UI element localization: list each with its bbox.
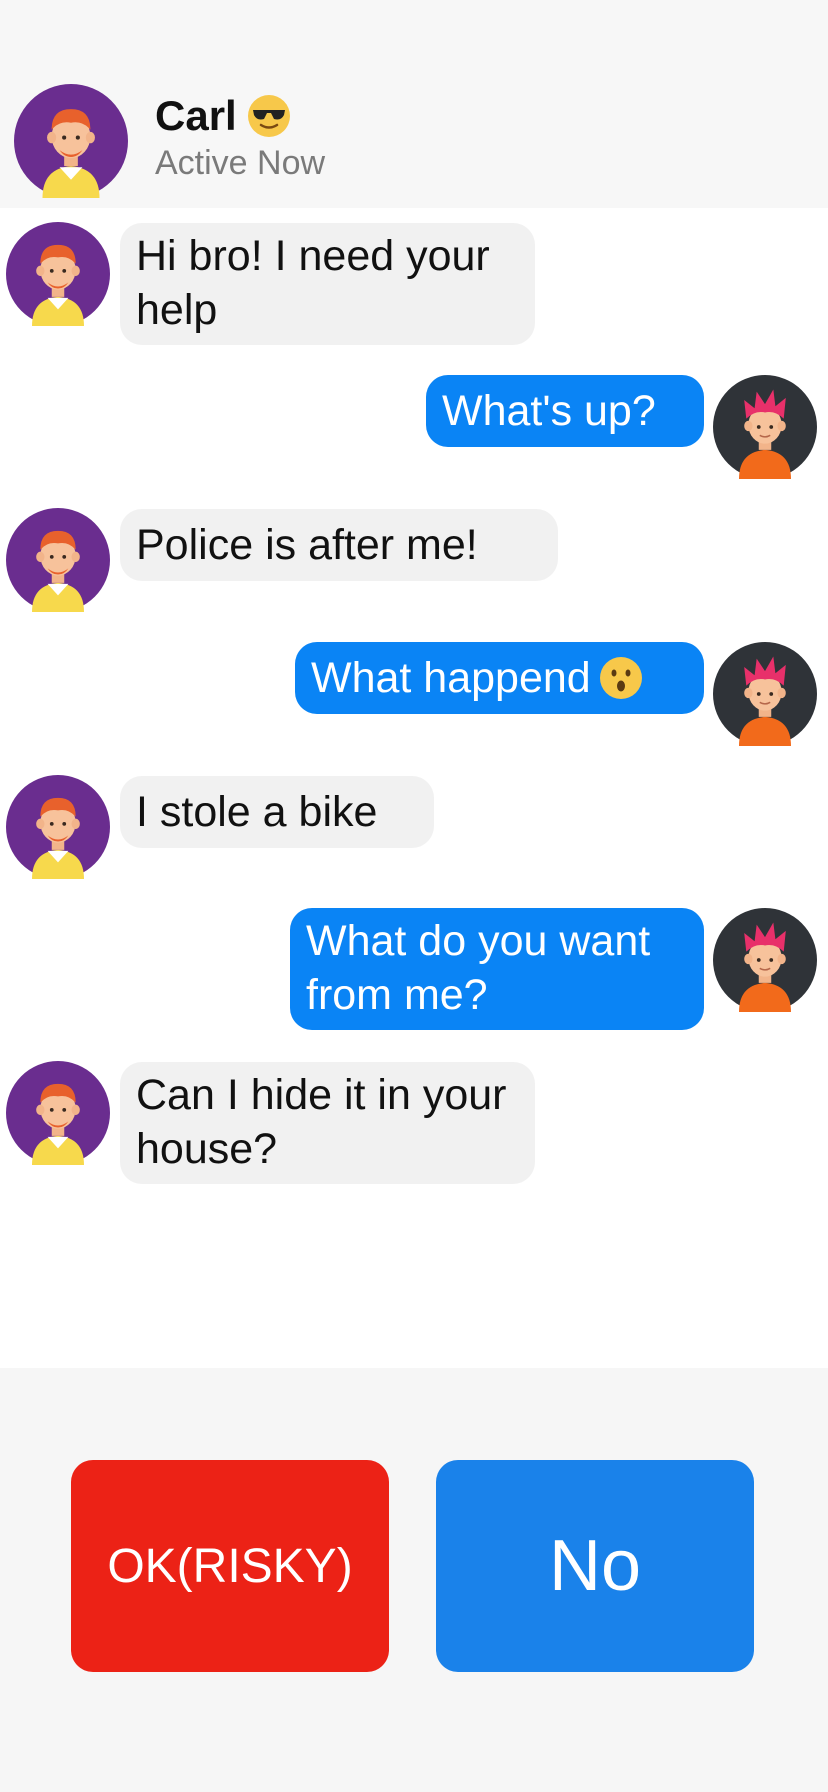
contact-avatar-small bbox=[6, 775, 110, 879]
message-text: What do you want from me? bbox=[306, 917, 651, 1019]
message-text: Hi bro! I need your help bbox=[136, 232, 490, 334]
message-text: Can I hide it in your house? bbox=[136, 1071, 507, 1173]
message-bubble-outgoing: What's up? bbox=[426, 375, 704, 447]
surprised-emoji-icon bbox=[599, 656, 643, 700]
message-text: Police is after me! bbox=[136, 521, 478, 569]
message-bubble-outgoing: What do you want from me? bbox=[290, 908, 704, 1030]
my-avatar bbox=[713, 908, 817, 1012]
contact-avatar-small bbox=[6, 1061, 110, 1165]
message-bubble-incoming: Can I hide it in your house? bbox=[120, 1062, 535, 1184]
message-text: What happend bbox=[311, 654, 591, 702]
contact-name: Carl bbox=[155, 92, 237, 139]
message-bubble-incoming: Police is after me! bbox=[120, 509, 558, 581]
message-text: What's up? bbox=[442, 387, 656, 435]
contact-avatar[interactable] bbox=[14, 84, 128, 198]
sunglasses-emoji-icon bbox=[247, 94, 291, 138]
contact-name-row: Carl bbox=[155, 92, 291, 140]
contact-avatar-small bbox=[6, 508, 110, 612]
my-avatar bbox=[713, 375, 817, 479]
ok-risky-button[interactable]: OK(RISKY) bbox=[71, 1460, 389, 1672]
my-avatar bbox=[713, 642, 817, 746]
message-bubble-incoming: Hi bro! I need your help bbox=[120, 223, 535, 345]
contact-status: Active Now bbox=[155, 144, 326, 182]
chat-header: Carl Active Now bbox=[0, 0, 828, 208]
message-list: Hi bro! I need your help What's up? Poli… bbox=[0, 208, 828, 1368]
no-button[interactable]: No bbox=[436, 1460, 754, 1672]
choice-panel: OK(RISKY) No bbox=[0, 1368, 828, 1792]
message-text: I stole a bike bbox=[136, 788, 378, 836]
message-bubble-outgoing: What happend bbox=[295, 642, 704, 714]
contact-avatar-small bbox=[6, 222, 110, 326]
message-bubble-incoming: I stole a bike bbox=[120, 776, 434, 848]
